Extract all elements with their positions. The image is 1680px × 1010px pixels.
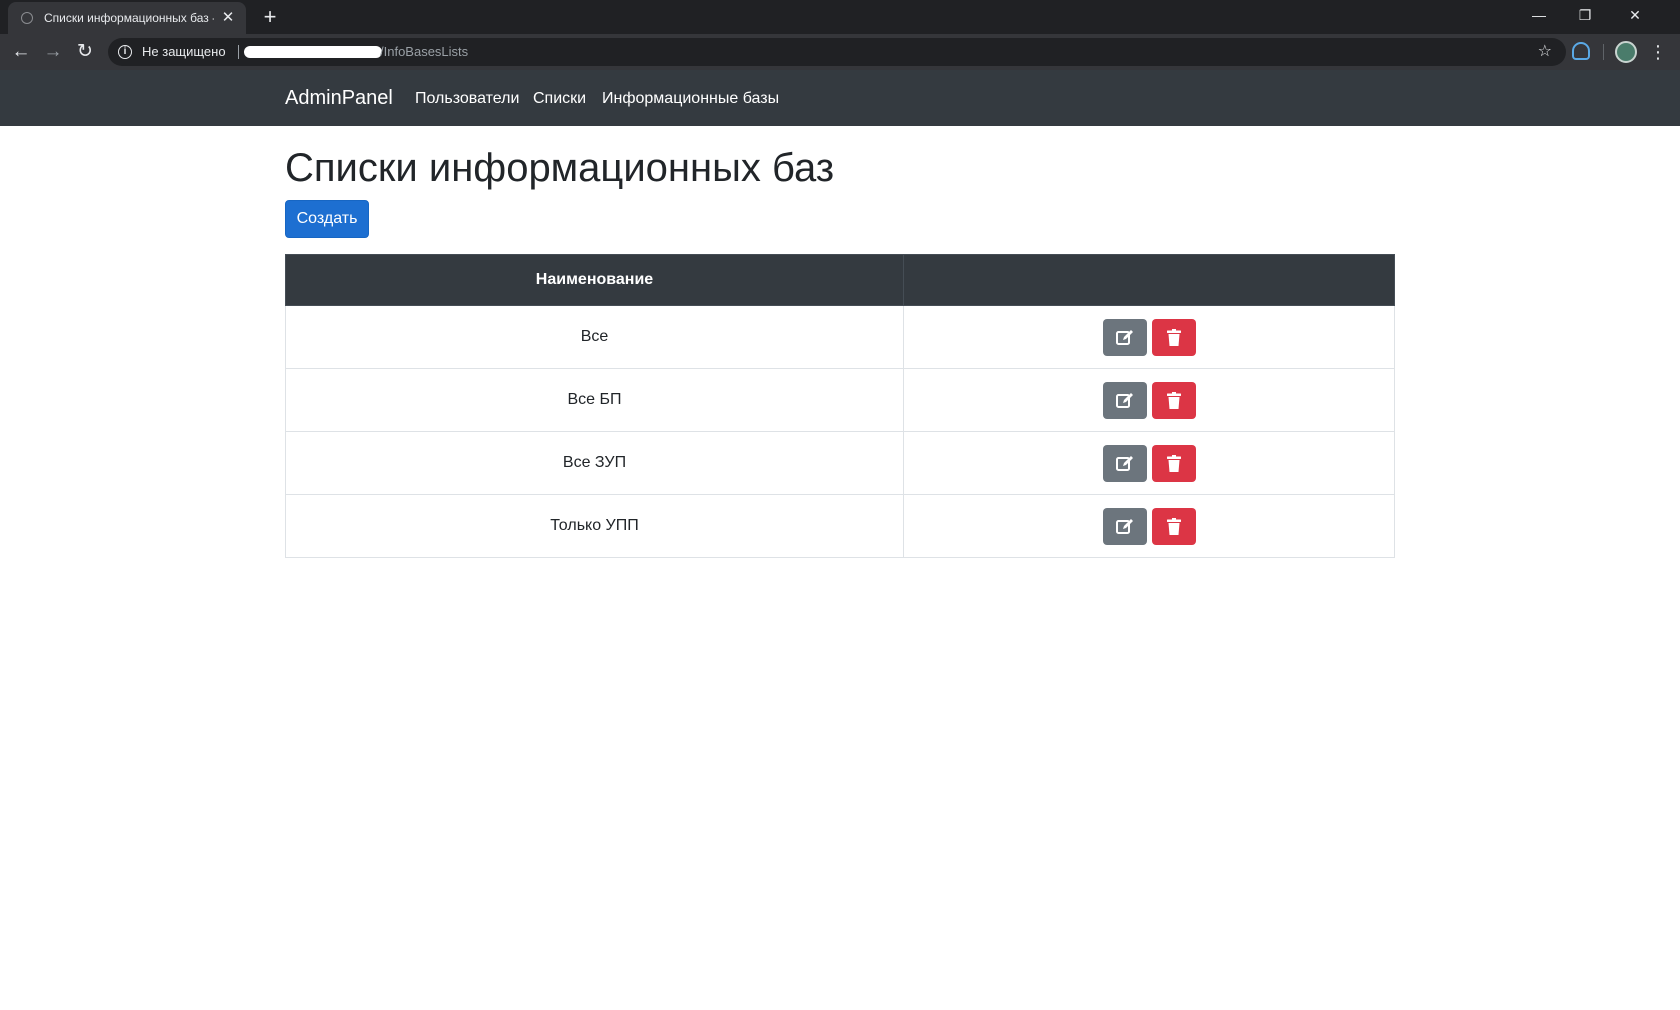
- address-separator: [238, 45, 239, 59]
- table-row: Только УПП: [285, 494, 1395, 558]
- reload-button[interactable]: ↻: [72, 39, 98, 65]
- row-actions: [903, 494, 1395, 558]
- back-button[interactable]: ←: [8, 39, 34, 65]
- globe-icon: [21, 12, 33, 24]
- infobase-lists-table: Наименование Все Все БП Все ЗУП Только У…: [285, 254, 1395, 558]
- restore-button[interactable]: ❐: [1562, 0, 1608, 30]
- browser-toolbar: ← → ↻ i Не защищено /InfoBasesLists ☆: [0, 34, 1680, 70]
- edit-button[interactable]: [1102, 507, 1147, 545]
- trash-icon: [1166, 517, 1181, 535]
- browser-tab[interactable]: Списки информационных баз - ✕: [8, 2, 246, 34]
- url-path[interactable]: /InfoBasesLists: [380, 44, 468, 59]
- browser-tab-bar: Списки информационных баз - ✕ + — ❐ ✕: [0, 0, 1680, 34]
- edit-icon: [1115, 329, 1133, 345]
- edit-icon: [1115, 392, 1133, 408]
- create-button[interactable]: Создать: [285, 200, 369, 238]
- trash-icon: [1166, 328, 1181, 346]
- row-name: Все ЗУП: [285, 431, 904, 495]
- bookmark-star-icon[interactable]: ☆: [1538, 41, 1552, 61]
- toolbar-separator: [1603, 44, 1604, 60]
- edit-icon: [1115, 455, 1133, 471]
- delete-button[interactable]: [1151, 507, 1196, 545]
- row-name: Все БП: [285, 368, 904, 432]
- edit-button[interactable]: [1102, 444, 1147, 482]
- navbar-brand[interactable]: AdminPanel: [285, 87, 393, 110]
- table-row: Все ЗУП: [285, 431, 1395, 495]
- profile-avatar[interactable]: [1615, 41, 1637, 63]
- row-actions: [903, 431, 1395, 495]
- edit-button[interactable]: [1102, 381, 1147, 419]
- forward-button[interactable]: →: [40, 39, 66, 65]
- column-header-actions: [903, 254, 1395, 306]
- minimize-button[interactable]: —: [1516, 0, 1562, 30]
- nav-link-users[interactable]: Пользователи: [415, 90, 519, 108]
- trash-icon: [1166, 391, 1181, 409]
- delete-button[interactable]: [1151, 318, 1196, 356]
- page-title: Списки информационных баз: [285, 146, 835, 190]
- security-label[interactable]: Не защищено: [142, 44, 226, 59]
- table-row: Все: [285, 305, 1395, 369]
- info-icon[interactable]: i: [118, 45, 132, 59]
- nav-link-infobases[interactable]: Информационные базы: [602, 90, 779, 108]
- row-name: Только УПП: [285, 494, 904, 558]
- trash-icon: [1166, 454, 1181, 472]
- row-name: Все: [285, 305, 904, 369]
- row-actions: [903, 305, 1395, 369]
- extension-icon[interactable]: [1572, 42, 1590, 60]
- table-header-row: Наименование: [285, 254, 1395, 306]
- new-tab-button[interactable]: +: [258, 3, 282, 31]
- delete-button[interactable]: [1151, 444, 1196, 482]
- row-actions: [903, 368, 1395, 432]
- tab-title: Списки информационных баз -: [44, 11, 214, 25]
- edit-icon: [1115, 518, 1133, 534]
- browser-menu-icon[interactable]: ⋮: [1648, 38, 1668, 66]
- window-close-button[interactable]: ✕: [1612, 0, 1658, 30]
- address-bar[interactable]: i Не защищено /InfoBasesLists ☆: [108, 38, 1566, 66]
- delete-button[interactable]: [1151, 381, 1196, 419]
- table-row: Все БП: [285, 368, 1395, 432]
- tab-close-icon[interactable]: ✕: [218, 8, 238, 28]
- app-navbar: AdminPanel Пользователи Списки Информаци…: [0, 70, 1680, 126]
- redacted-host: [244, 46, 382, 58]
- column-header-name: Наименование: [285, 254, 904, 306]
- edit-button[interactable]: [1102, 318, 1147, 356]
- nav-link-lists[interactable]: Списки: [533, 90, 586, 108]
